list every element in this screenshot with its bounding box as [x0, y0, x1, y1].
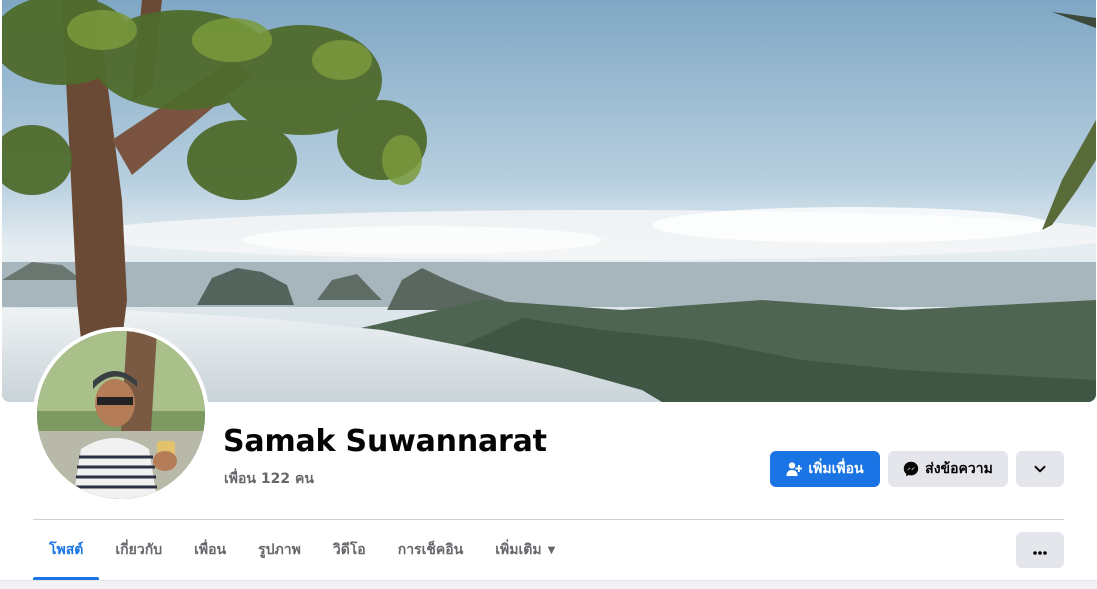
avatar — [37, 331, 205, 499]
tab-label: โพสต์ — [49, 542, 84, 558]
tab-label: เพื่อน — [194, 542, 227, 558]
tab-about[interactable]: เกี่ยวกับ — [99, 520, 178, 580]
tabs-more-options-button[interactable] — [1016, 532, 1064, 568]
add-friend-label: เพิ่มเพื่อน — [808, 461, 864, 477]
message-button[interactable]: ส่งข้อความ — [888, 451, 1008, 487]
messenger-icon — [903, 461, 919, 477]
page-background — [0, 580, 1097, 589]
tab-label: เกี่ยวกับ — [115, 542, 163, 558]
chevron-down-icon — [1033, 462, 1047, 476]
tab-more[interactable]: เพิ่มเติม ▼ — [479, 520, 571, 580]
friends-count[interactable]: เพื่อน 122 คน — [224, 468, 314, 490]
profile-options-button[interactable] — [1016, 451, 1064, 487]
caret-down-icon: ▼ — [547, 544, 556, 556]
message-label: ส่งข้อความ — [925, 461, 993, 477]
add-friend-button[interactable]: เพิ่มเพื่อน — [770, 451, 880, 487]
profile-tabs: โพสต์ เกี่ยวกับ เพื่อน รูปภาพ วิดีโอ การ… — [33, 520, 571, 580]
add-friend-icon — [786, 461, 803, 477]
tab-friends[interactable]: เพื่อน — [178, 520, 242, 580]
profile-name: Samak Suwannarat — [223, 424, 547, 459]
ellipsis-icon — [1032, 541, 1048, 560]
profile-picture[interactable] — [33, 327, 209, 503]
tab-videos[interactable]: วิดีโอ — [317, 520, 382, 580]
tab-label: วิดีโอ — [332, 542, 366, 558]
tab-check-ins[interactable]: การเช็คอิน — [382, 520, 480, 580]
avatar-photo — [37, 331, 205, 499]
tab-label: การเช็คอิน — [397, 542, 464, 558]
tab-photos[interactable]: รูปภาพ — [242, 520, 317, 580]
tab-label: รูปภาพ — [258, 542, 301, 558]
tab-label: เพิ่มเติม — [495, 542, 542, 558]
tab-posts[interactable]: โพสต์ — [33, 520, 100, 580]
